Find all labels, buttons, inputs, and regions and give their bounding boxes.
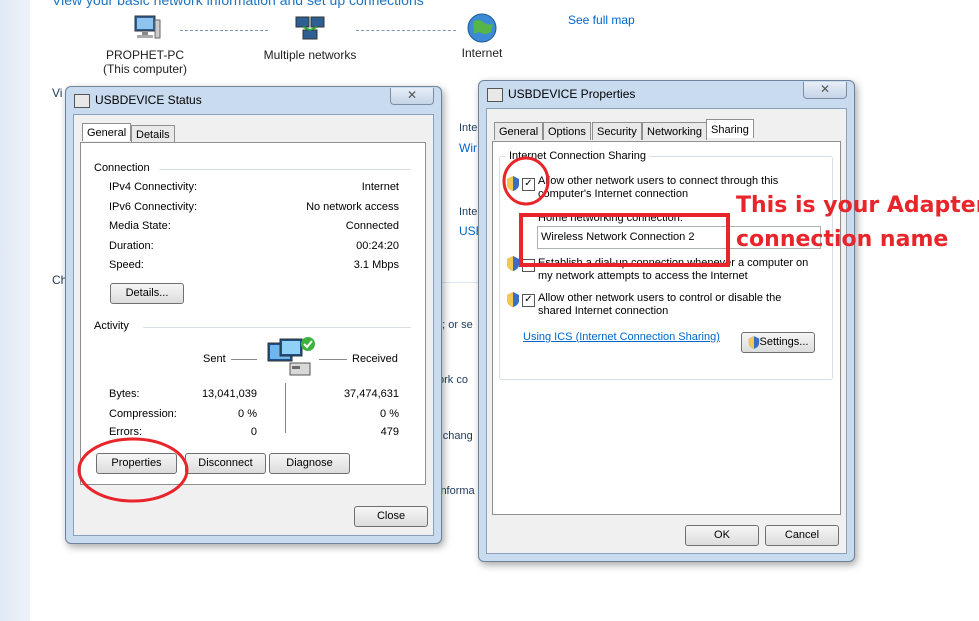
annotation-text-line2: connection name [736, 227, 949, 252]
adapter-name-highlight-box [519, 213, 730, 267]
tab-general[interactable]: General [82, 123, 132, 141]
annotation-overlay [77, 156, 730, 503]
checkbox-highlight-circle [502, 156, 550, 206]
properties-highlight-circle [77, 437, 189, 503]
annotation-text-line1: This is your Adapter [736, 193, 979, 218]
tab-sharing[interactable]: Sharing [706, 119, 754, 138]
